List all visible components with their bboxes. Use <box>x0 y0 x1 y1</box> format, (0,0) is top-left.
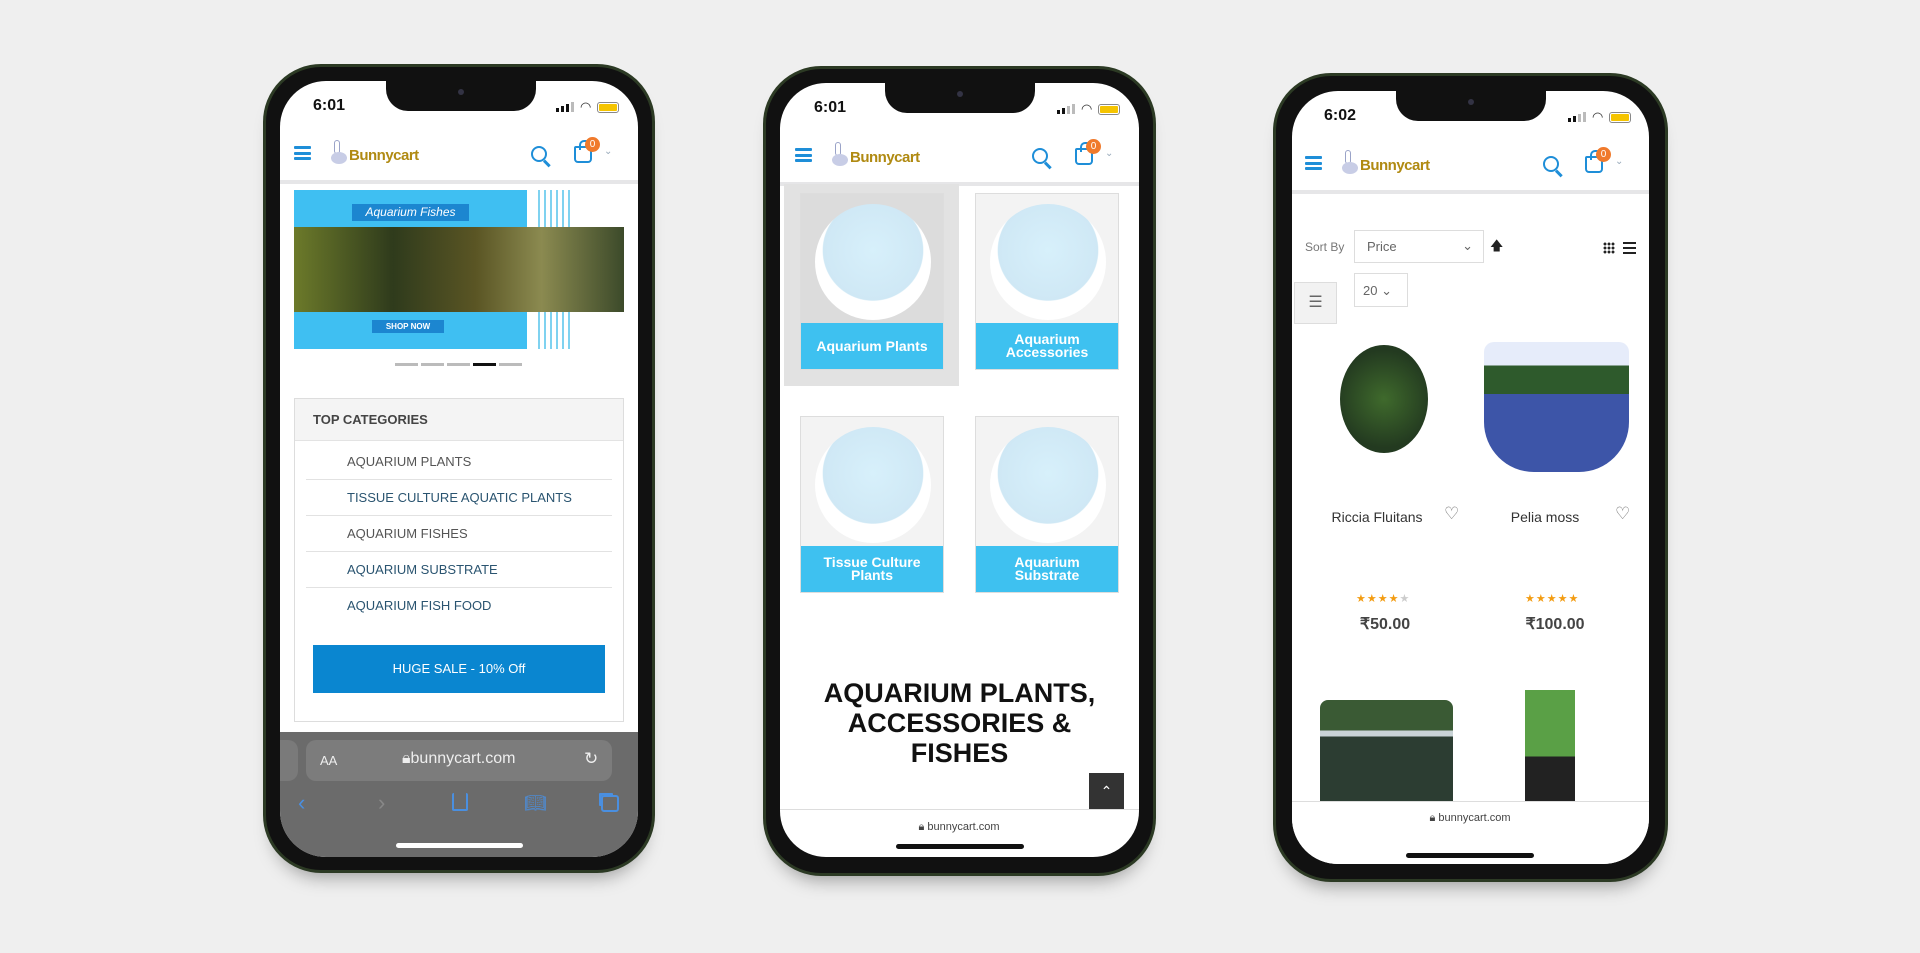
header-divider <box>1292 190 1649 194</box>
share-icon[interactable] <box>452 793 468 811</box>
category-link[interactable]: AQUARIUM SUBSTRATE <box>347 562 498 577</box>
url-text: 🔒︎bunnycart.com <box>402 750 516 767</box>
category-tile-aquarium-substrate[interactable]: Aquarium Substrate <box>975 416 1119 593</box>
limit-select[interactable]: 20 ⌄ <box>1354 273 1408 307</box>
top-categories-title: TOP CATEGORIES <box>313 412 428 427</box>
product-name[interactable]: Riccia Fluitans <box>1331 509 1422 525</box>
status-time: 6:02 <box>1324 107 1357 124</box>
home-indicator <box>396 843 523 848</box>
wifi-icon: ◠ <box>1081 101 1093 116</box>
banner[interactable]: Aquarium Fishes SHOP NOW <box>294 190 624 349</box>
category-tile-aquarium-plants[interactable]: Aquarium Plants <box>800 193 944 370</box>
page-heading: AQUARIUM PLANTS, ACCESSORIES & FISHES <box>823 678 1096 768</box>
bunnycart-logo[interactable]: Bunnycart <box>1342 150 1430 174</box>
chevron-down-icon[interactable]: ⌄ <box>1105 148 1113 159</box>
wifi-icon: ◠ <box>580 99 592 114</box>
battery-icon <box>1098 103 1121 115</box>
status-icons: ◠ <box>1057 101 1121 117</box>
chevron-down-icon: ⌄ <box>1462 238 1473 253</box>
reload-icon[interactable]: ↻ <box>584 749 598 769</box>
wishlist-heart-icon[interactable]: ♡ <box>1615 504 1630 524</box>
tabs-icon[interactable] <box>601 795 619 812</box>
cart-count-badge: 0 <box>1086 139 1101 154</box>
product-image[interactable] <box>1525 690 1575 801</box>
bunnycart-logo[interactable]: Bunnycart <box>331 140 419 164</box>
carousel-dots[interactable] <box>395 363 522 366</box>
sort-by-label: Sort By <box>1305 240 1345 254</box>
bunnycart-logo[interactable]: Bunnycart <box>832 142 920 166</box>
search-icon[interactable] <box>1543 156 1559 172</box>
menu-icon[interactable] <box>795 148 812 162</box>
sort-direction-arrow-icon[interactable]: 🡅 <box>1490 237 1503 259</box>
category-tile-aquarium-accessories[interactable]: Aquarium Accessories <box>975 193 1119 370</box>
product-image-pelia[interactable] <box>1484 342 1629 472</box>
back-icon[interactable]: ‹ <box>298 790 305 816</box>
category-link[interactable]: TISSUE CULTURE AQUATIC PLANTS <box>347 490 572 505</box>
status-time: 6:01 <box>814 99 847 116</box>
forward-icon[interactable]: › <box>378 790 385 816</box>
status-time: 6:01 <box>313 97 346 114</box>
url-value: bunnycart.com <box>410 750 516 767</box>
battery-icon <box>597 101 620 113</box>
product-rating-stars: ★★★★★ <box>1525 593 1580 605</box>
battery-icon <box>1609 111 1632 123</box>
product-rating-stars: ★★★★★ <box>1356 593 1411 605</box>
product-price: ₹50.00 <box>1359 616 1411 633</box>
status-icons: ◠ <box>556 99 620 115</box>
header-divider <box>280 180 638 184</box>
bookmarks-icon[interactable]: 📖︎ <box>524 793 547 814</box>
menu-icon[interactable] <box>294 146 311 160</box>
filter-button[interactable]: ☰ <box>1294 282 1337 324</box>
category-link[interactable]: AQUARIUM PLANTS <box>347 454 471 469</box>
category-link[interactable]: AQUARIUM FISH FOOD <box>347 598 491 613</box>
shop-now-button[interactable]: SHOP NOW <box>372 320 444 333</box>
url-text[interactable]: 🔒︎ bunnycart.com <box>1429 812 1510 825</box>
list-view-icon[interactable] <box>1623 242 1636 254</box>
banner-fish-image <box>294 227 624 312</box>
product-image[interactable] <box>1320 700 1453 801</box>
url-text[interactable]: 🔒︎ bunnycart.com <box>918 821 999 834</box>
category-tile-tissue-culture-plants[interactable]: Tissue Culture Plants <box>800 416 944 593</box>
text-size-button[interactable]: AA <box>320 753 337 768</box>
banner-title: Aquarium Fishes <box>352 204 469 221</box>
home-indicator <box>1406 853 1534 858</box>
wishlist-heart-icon[interactable]: ♡ <box>1444 504 1459 524</box>
product-name[interactable]: Pelia moss <box>1511 509 1579 525</box>
grid-view-icon[interactable] <box>1603 242 1615 254</box>
search-icon[interactable] <box>531 146 547 162</box>
menu-icon[interactable] <box>1305 156 1322 170</box>
chevron-down-icon[interactable]: ⌄ <box>1615 156 1623 167</box>
huge-sale-button[interactable]: HUGE SALE - 10% Off <box>313 645 605 693</box>
home-indicator <box>896 844 1024 849</box>
signal-icon <box>1057 104 1075 114</box>
product-price: ₹100.00 <box>1525 616 1585 633</box>
cart-count-badge: 0 <box>1596 147 1611 162</box>
status-icons: ◠ <box>1568 109 1632 125</box>
signal-icon <box>556 102 574 112</box>
wifi-icon: ◠ <box>1592 109 1604 124</box>
search-icon[interactable] <box>1032 148 1048 164</box>
chevron-down-icon[interactable]: ⌄ <box>604 146 612 157</box>
chevron-down-icon: ⌄ <box>1381 283 1392 298</box>
scroll-to-top-button[interactable]: ⌃ <box>1089 773 1124 809</box>
category-link[interactable]: AQUARIUM FISHES <box>347 526 468 541</box>
signal-icon <box>1568 112 1586 122</box>
product-image-riccia[interactable] <box>1340 345 1428 453</box>
notch <box>386 81 536 111</box>
sort-by-select[interactable]: Price ⌄ <box>1354 230 1484 263</box>
cart-count-badge: 0 <box>585 137 600 152</box>
